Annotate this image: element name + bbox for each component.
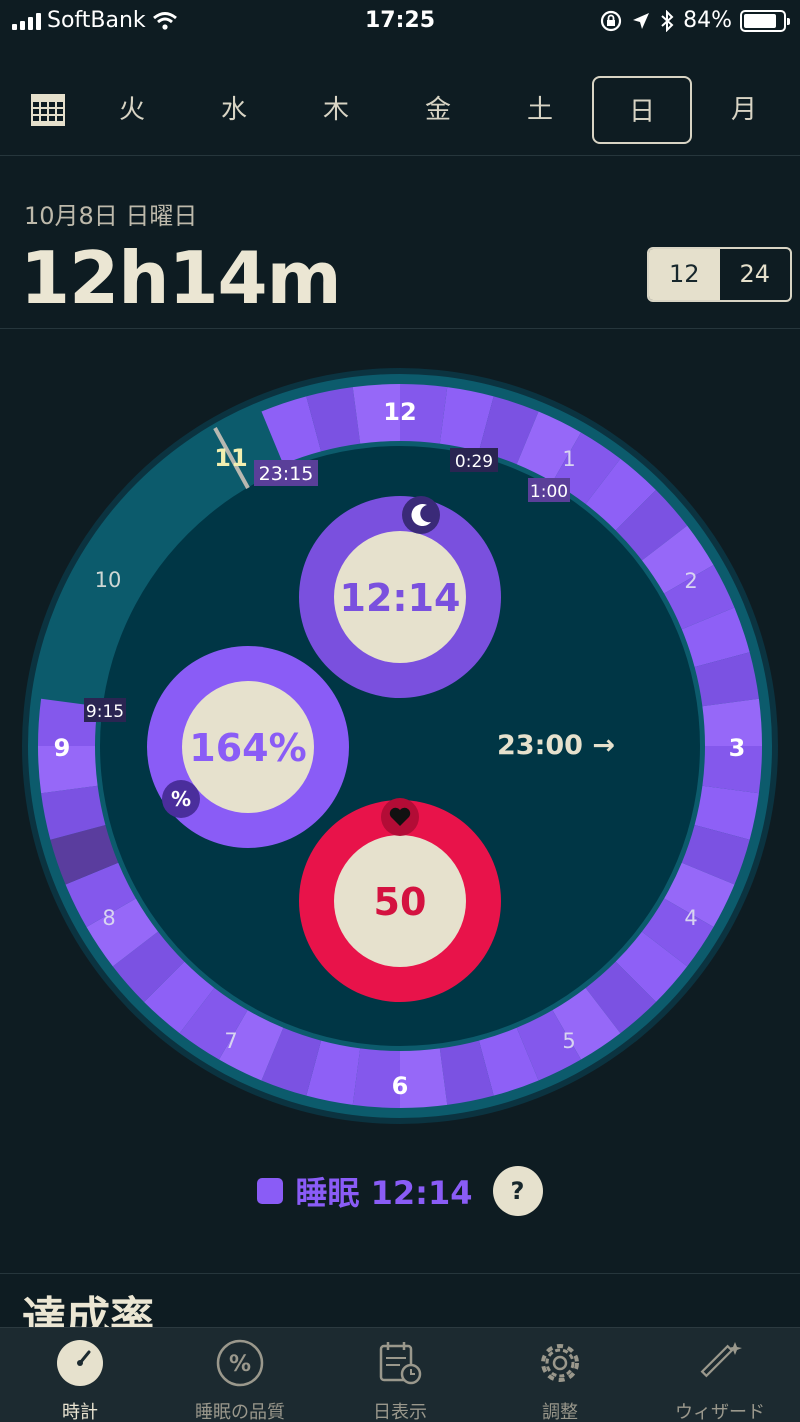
hour-label-3: 3 — [729, 734, 746, 762]
day-tab-thu[interactable]: 木 — [286, 76, 386, 144]
sleep-legend: 睡眠 12:14 ? — [0, 1166, 800, 1216]
date-label: 10月8日 日曜日 — [24, 202, 198, 230]
status-right: 84% — [599, 8, 790, 33]
tab-clock[interactable]: 時計 — [0, 1328, 160, 1422]
hour-label-7: 7 — [224, 1029, 237, 1053]
time-tag-100: 1:00 — [530, 482, 568, 502]
tab-sleep-quality-label: 睡眠の品質 — [195, 1402, 285, 1422]
hour-label-9: 9 — [54, 734, 71, 762]
alarm-time-label: 23:00 → — [497, 730, 615, 761]
day-navigation: 火 水 木 金 土 日 月 — [0, 70, 800, 152]
tab-adjust-label: 調整 — [542, 1402, 578, 1422]
time-tag-2315: 23:15 — [259, 463, 314, 485]
help-button[interactable]: ? — [492, 1166, 543, 1216]
gear-icon — [541, 1344, 579, 1382]
duration-ring-value: 12:14 — [340, 576, 461, 620]
tab-wizard-label: ウィザード — [675, 1402, 765, 1422]
battery-icon — [740, 9, 790, 32]
heart-ring-value: 50 — [374, 880, 427, 924]
hour-label-12: 12 — [383, 398, 416, 426]
rotation-lock-icon — [600, 10, 622, 31]
tab-day-view-label: 日表示 — [373, 1402, 427, 1422]
quality-ring-value: 164% — [189, 726, 306, 770]
divider — [0, 155, 800, 156]
calendar-icon — [379, 1342, 422, 1385]
percent-icon: % — [216, 1339, 264, 1387]
divider — [0, 328, 800, 329]
day-tab-wed[interactable]: 水 — [184, 76, 284, 144]
hour-label-1: 1 — [562, 447, 575, 471]
status-bar: SoftBank 17:25 84% — [0, 0, 800, 44]
battery-percent: 84% — [683, 8, 732, 33]
time-tag-029: 0:29 — [455, 452, 493, 472]
percent-badge-icon: % — [171, 787, 191, 811]
day-tab-sat[interactable]: 土 — [490, 76, 590, 144]
day-tab-tue[interactable]: 火 — [82, 76, 182, 144]
svg-text:%: % — [229, 1352, 251, 1377]
magic-wand-icon — [700, 1342, 742, 1378]
day-tab-sun[interactable]: 日 — [592, 76, 692, 144]
tab-clock-label: 時計 — [62, 1402, 98, 1422]
hour-label-4: 4 — [684, 906, 697, 930]
hour-label-11: 11 — [214, 444, 247, 472]
day-tab-mon[interactable]: 月 — [694, 76, 794, 144]
sleep-clock[interactable]: 12 1 2 3 4 5 6 7 8 9 10 11 23:15 0:29 1:… — [0, 360, 800, 1140]
hour-label-10: 10 — [95, 568, 122, 592]
divider — [0, 1273, 800, 1274]
hour-label-6: 6 — [392, 1072, 409, 1100]
tab-bar: 時計 % 睡眠の品質 日表示 調整 ウィザード — [0, 1327, 800, 1422]
bluetooth-icon — [661, 9, 674, 32]
sleep-legend-label: 睡眠 12:14 — [295, 1174, 473, 1212]
calendar-grid-icon[interactable] — [31, 94, 65, 126]
sleep-duration: 12h14m — [20, 236, 342, 320]
location-icon — [633, 12, 650, 29]
hour-label-2: 2 — [684, 569, 697, 593]
tab-sleep-quality[interactable]: % 睡眠の品質 — [160, 1328, 320, 1422]
time-format-toggle: 12 24 — [647, 247, 792, 302]
tab-wizard[interactable]: ウィザード — [640, 1328, 800, 1422]
hour-label-8: 8 — [102, 906, 115, 930]
tab-day-view[interactable]: 日表示 — [320, 1328, 480, 1422]
format-12-button[interactable]: 12 — [649, 249, 720, 300]
moon-badge — [402, 496, 440, 534]
hour-label-5: 5 — [562, 1029, 575, 1053]
sleep-swatch — [257, 1178, 284, 1204]
format-24-button[interactable]: 24 — [720, 249, 791, 300]
day-tab-fri[interactable]: 金 — [388, 76, 488, 144]
tab-adjust[interactable]: 調整 — [480, 1328, 640, 1422]
clock-icon — [57, 1340, 103, 1386]
time-tag-915: 9:15 — [86, 702, 124, 722]
